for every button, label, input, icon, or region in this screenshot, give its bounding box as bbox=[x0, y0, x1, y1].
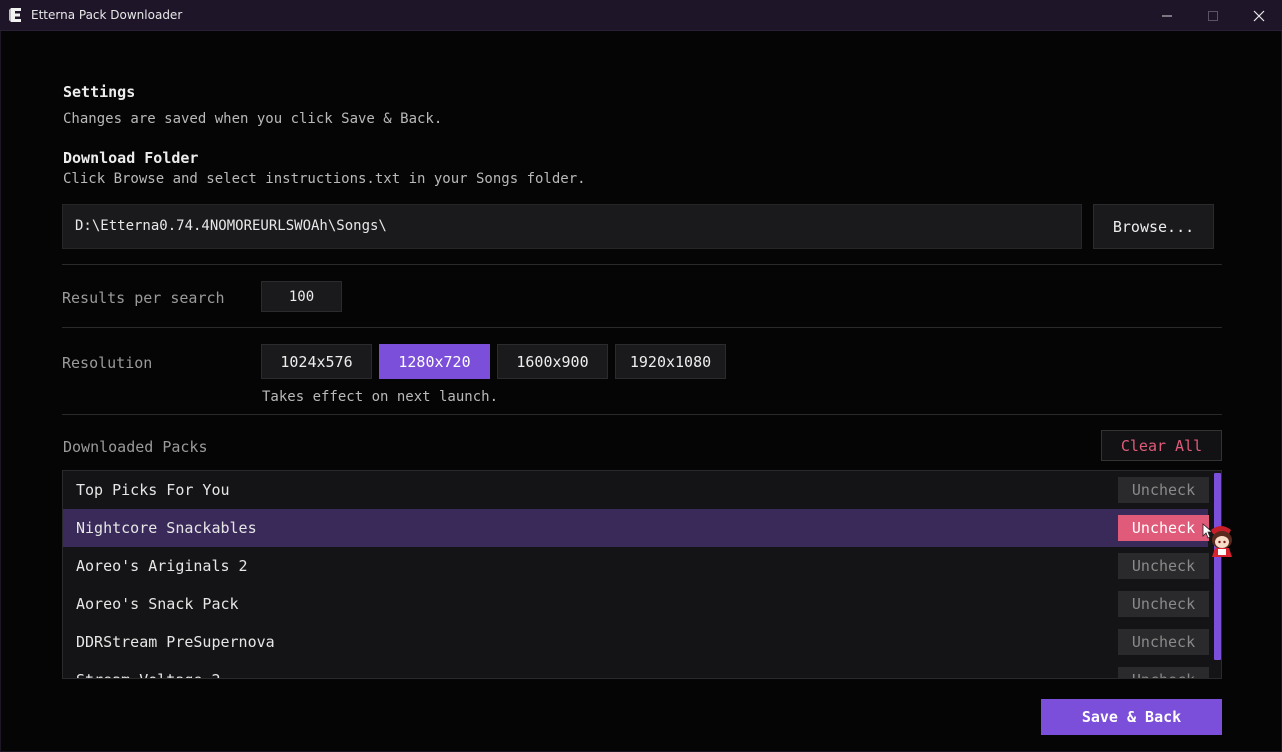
settings-title: Settings bbox=[63, 83, 136, 101]
resolution-option-1920x1080[interactable]: 1920x1080 bbox=[615, 344, 726, 379]
maximize-icon bbox=[1208, 10, 1218, 21]
minimize-button[interactable] bbox=[1144, 0, 1190, 31]
uncheck-button[interactable]: Uncheck bbox=[1118, 553, 1209, 579]
results-per-search-label: Results per search bbox=[62, 289, 225, 307]
pack-name: Stream Voltage 2 bbox=[76, 671, 221, 678]
pack-list-scrollbar[interactable] bbox=[1214, 473, 1221, 660]
pack-name: Aoreo's Snack Pack bbox=[76, 595, 239, 613]
divider bbox=[62, 414, 1222, 415]
pack-row: Aoreo's Ariginals 2 Uncheck bbox=[63, 547, 1209, 585]
download-folder-subtitle: Click Browse and select instructions.txt… bbox=[63, 171, 586, 187]
divider bbox=[62, 264, 1222, 265]
pack-name: Aoreo's Ariginals 2 bbox=[76, 557, 248, 575]
uncheck-button[interactable]: Uncheck bbox=[1118, 515, 1209, 541]
maximize-button[interactable] bbox=[1190, 0, 1236, 31]
uncheck-button[interactable]: Uncheck bbox=[1118, 591, 1209, 617]
download-folder-title: Download Folder bbox=[63, 149, 199, 167]
browse-button[interactable]: Browse... bbox=[1093, 204, 1214, 249]
downloaded-packs-list[interactable]: Top Picks For You Uncheck Nightcore Snac… bbox=[62, 470, 1222, 679]
pack-row: Top Picks For You Uncheck bbox=[63, 471, 1209, 509]
download-path-input[interactable]: D:\Etterna0.74.4NOMOREURLSWOAh\Songs\ bbox=[62, 204, 1082, 249]
window-title: Etterna Pack Downloader bbox=[31, 8, 183, 22]
close-icon bbox=[1253, 10, 1265, 21]
settings-window: Settings Changes are saved when you clic… bbox=[0, 31, 1282, 752]
pack-name: DDRStream PreSupernova bbox=[76, 633, 275, 651]
clear-all-button[interactable]: Clear All bbox=[1101, 430, 1222, 461]
pack-name: Top Picks For You bbox=[76, 481, 230, 499]
uncheck-button[interactable]: Uncheck bbox=[1118, 667, 1209, 678]
resolution-note: Takes effect on next launch. bbox=[262, 389, 499, 405]
resolution-option-1280x720[interactable]: 1280x720 bbox=[379, 344, 490, 379]
etterna-logo-icon bbox=[9, 8, 21, 22]
mascot-cursor-icon bbox=[1202, 523, 1232, 557]
resolution-option-1024x576[interactable]: 1024x576 bbox=[261, 344, 372, 379]
settings-subtitle: Changes are saved when you click Save & … bbox=[63, 111, 443, 127]
divider bbox=[62, 327, 1222, 328]
uncheck-button[interactable]: Uncheck bbox=[1118, 477, 1209, 503]
results-per-search-input[interactable]: 100 bbox=[261, 281, 342, 312]
pack-row: DDRStream PreSupernova Uncheck bbox=[63, 623, 1209, 661]
resolution-option-1600x900[interactable]: 1600x900 bbox=[497, 344, 608, 379]
pack-row: Nightcore Snackables Uncheck bbox=[63, 509, 1209, 547]
resolution-label: Resolution bbox=[62, 354, 153, 372]
downloaded-packs-label: Downloaded Packs bbox=[63, 438, 208, 456]
close-button[interactable] bbox=[1236, 0, 1282, 31]
minimize-icon bbox=[1162, 15, 1172, 16]
pack-row: Stream Voltage 2 Uncheck bbox=[63, 661, 1209, 678]
pack-row: Aoreo's Snack Pack Uncheck bbox=[63, 585, 1209, 623]
pack-name: Nightcore Snackables bbox=[76, 519, 257, 537]
save-back-button[interactable]: Save & Back bbox=[1041, 699, 1222, 735]
title-bar: Etterna Pack Downloader bbox=[0, 0, 1282, 31]
uncheck-button[interactable]: Uncheck bbox=[1118, 629, 1209, 655]
